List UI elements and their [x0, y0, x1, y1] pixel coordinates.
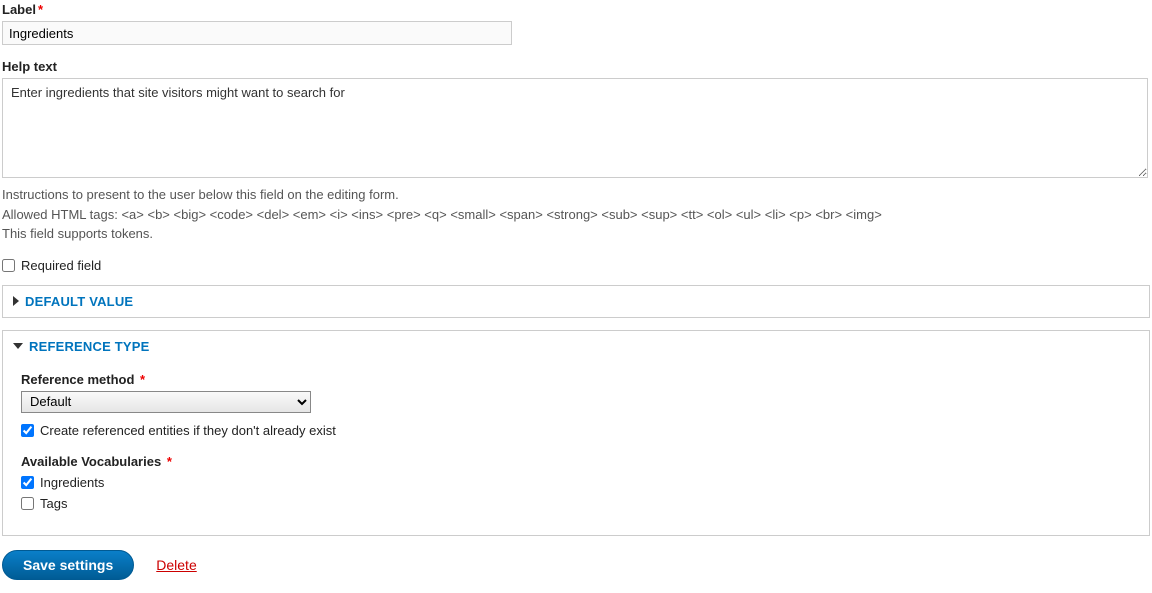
vocab-ingredients-label: Ingredients [40, 475, 104, 490]
help-text-label: Help text [2, 59, 1150, 74]
reference-type-summary[interactable]: Reference type [3, 331, 1149, 362]
create-entities-checkbox[interactable] [21, 424, 34, 437]
form-actions: Save settings Delete [2, 550, 1150, 580]
available-vocabularies-wrapper: Available Vocabularies * Ingredients Tag… [21, 454, 1131, 511]
default-value-details: Default value [2, 285, 1150, 318]
save-button[interactable]: Save settings [2, 550, 134, 580]
vocab-ingredients-checkbox[interactable] [21, 476, 34, 489]
create-entities-row: Create referenced entities if they don't… [21, 423, 1131, 438]
available-vocabularies-label-text: Available Vocabularies [21, 454, 161, 469]
vocab-tags-row: Tags [21, 496, 1131, 511]
create-entities-label: Create referenced entities if they don't… [40, 423, 336, 438]
delete-link[interactable]: Delete [156, 557, 196, 573]
reference-type-details: Reference type Reference method * Defaul… [2, 330, 1150, 536]
reference-method-label-text: Reference method [21, 372, 134, 387]
reference-type-body: Reference method * Default Create refere… [3, 362, 1149, 535]
help-text-desc-2: Allowed HTML tags: <a> <b> <big> <code> … [2, 205, 1150, 225]
chevron-down-icon [13, 343, 23, 349]
help-text-description: Instructions to present to the user belo… [2, 185, 1150, 244]
required-field-checkbox[interactable] [2, 259, 15, 272]
vocab-ingredients-row: Ingredients [21, 475, 1131, 490]
reference-method-wrapper: Reference method * Default [21, 372, 1131, 413]
required-field-label: Required field [21, 258, 101, 273]
reference-type-title: Reference type [29, 339, 150, 354]
reference-method-label: Reference method * [21, 372, 1131, 387]
available-vocabularies-label: Available Vocabularies * [21, 454, 1131, 469]
reference-method-select[interactable]: Default [21, 391, 311, 413]
help-text-textarea[interactable]: Enter ingredients that site visitors mig… [2, 78, 1148, 178]
required-field-row: Required field [2, 258, 1150, 273]
label-field-label-text: Label [2, 2, 36, 17]
help-text-desc-3: This field supports tokens. [2, 224, 1150, 244]
required-asterisk: * [38, 2, 43, 17]
label-input[interactable] [2, 21, 512, 45]
required-asterisk: * [140, 372, 145, 387]
vocab-tags-checkbox[interactable] [21, 497, 34, 510]
required-asterisk: * [167, 454, 172, 469]
help-text-desc-1: Instructions to present to the user belo… [2, 185, 1150, 205]
default-value-title: Default value [25, 294, 133, 309]
help-text-wrapper: Help text Enter ingredients that site vi… [2, 59, 1150, 244]
label-field-label: Label* [2, 2, 1150, 17]
vocab-tags-label: Tags [40, 496, 67, 511]
label-field-wrapper: Label* [2, 2, 1150, 45]
default-value-summary[interactable]: Default value [3, 286, 1149, 317]
chevron-right-icon [13, 296, 19, 306]
